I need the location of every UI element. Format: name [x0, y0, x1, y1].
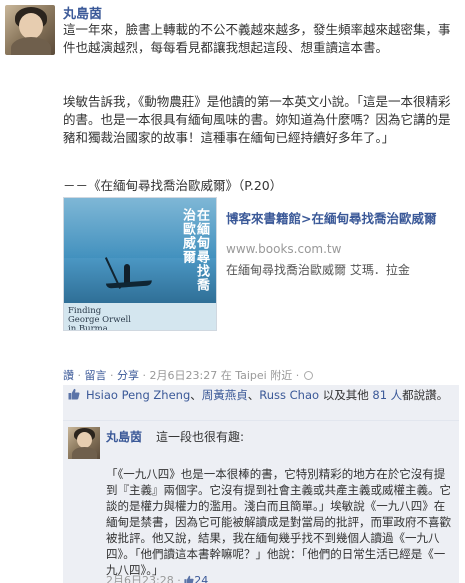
comment-link[interactable]: 留言 — [85, 369, 107, 382]
likes-suffix: 都說讚。 — [402, 388, 449, 402]
separator: · — [139, 369, 150, 382]
separator: · — [106, 369, 117, 382]
shared-link-title[interactable]: 博客來書籍館>在緬甸尋找喬治歐威爾 — [226, 210, 454, 227]
audience-globe-icon[interactable] — [303, 371, 313, 380]
comment-text: 「《一九八四》也是一本很棒的書，它特別精彩的地方在於它沒有提到『主義』兩個字。它… — [106, 467, 451, 577]
book-cover-title: 在緬甸尋找喬治歐威爾 — [180, 208, 209, 292]
shared-link-url: www.books.com.tw — [226, 242, 342, 256]
likes-summary: Hsiao Peng Zheng、周黃燕貞、Russ Chao 以及其他 81 … — [63, 385, 459, 421]
likes-and-text: 以及其他 — [319, 388, 373, 402]
separator: 、 — [247, 388, 260, 402]
like-link[interactable]: 讚 — [63, 369, 74, 382]
shared-link-description: 在緬甸尋找喬治歐威爾 艾瑪．拉金 — [226, 263, 410, 277]
liker-name[interactable]: 周黃燕貞 — [202, 388, 248, 402]
location-text: 在 Taipei 附近 — [220, 369, 293, 382]
post-author-name[interactable]: 丸島茵 — [63, 3, 102, 22]
post-timestamp[interactable]: 2月6日23:27 — [150, 369, 218, 382]
comment-meta: 2月6日23:28 · 24 — [106, 572, 208, 583]
post-paragraph-1: 這一年來，臉書上轉載的不公不義越來越多，發生頻率越來越密集，事件也越演越烈，每每… — [63, 22, 451, 55]
book-cover-english-title: Finding George Orwell in Burma — [68, 306, 131, 331]
separator: · — [74, 369, 85, 382]
comment-like-count[interactable]: 24 — [194, 574, 208, 583]
post-action-bar: 讚 · 留言 · 分享 · 2月6日23:27 在 Taipei 附近 · — [63, 367, 314, 383]
separator: 、 — [190, 388, 202, 402]
comment-item: 丸島茵 這一段也很有趣: 「《一九八四》也是一本很棒的書，它特別精彩的地方在於它… — [63, 421, 459, 583]
post-quote-source: －－《在緬甸尋找喬治歐威爾》（P.20） — [63, 178, 283, 193]
comment-intro: 這一段也很有趣: — [156, 430, 245, 444]
separator: · — [292, 369, 303, 382]
other-likers-link[interactable]: 81 人 — [372, 388, 402, 402]
separator: · — [173, 574, 185, 583]
liker-name[interactable]: Hsiao Peng Zheng — [86, 388, 190, 402]
comment-like-icon[interactable] — [184, 575, 194, 583]
book-cover-thumbnail[interactable]: 在緬甸尋找喬治歐威爾 Finding George Orwell in Burm… — [63, 197, 217, 331]
post-paragraph-2: 埃敏告訴我，《動物農莊》是他讀的第一本英文小說。「這是一本很精彩的書。也是一本很… — [63, 94, 451, 145]
commenter-avatar[interactable] — [68, 427, 100, 459]
commenter-name[interactable]: 丸島茵 — [106, 428, 142, 445]
author-avatar[interactable] — [5, 5, 55, 55]
liker-name[interactable]: Russ Chao — [259, 388, 319, 402]
feedback-section: Hsiao Peng Zheng、周黃燕貞、Russ Chao 以及其他 81 … — [63, 385, 459, 583]
comment-timestamp[interactable]: 2月6日23:28 — [106, 574, 174, 583]
share-link[interactable]: 分享 — [117, 369, 139, 382]
shared-link-preview[interactable]: 在緬甸尋找喬治歐威爾 Finding George Orwell in Burm… — [63, 197, 459, 363]
thumbs-up-icon — [68, 388, 80, 400]
